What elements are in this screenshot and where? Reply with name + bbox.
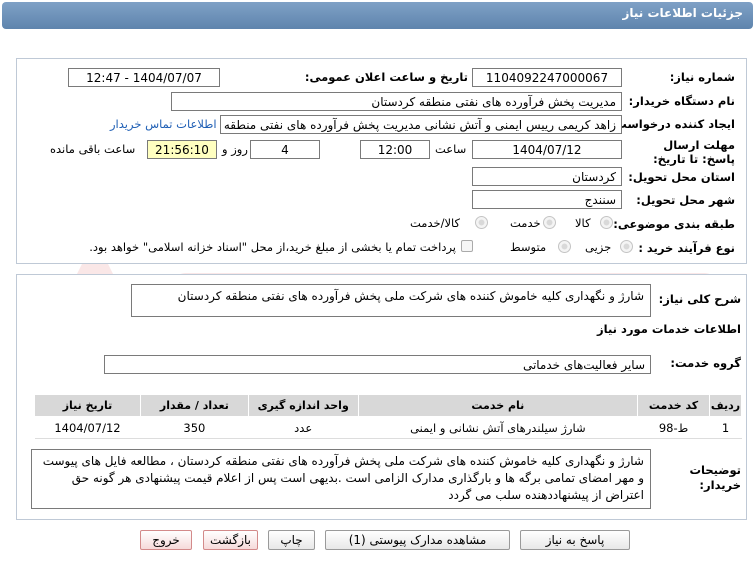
time-label: ساعت <box>435 142 467 156</box>
cell-name: شارژ سیلندرهای آتش نشانی و ایمنی <box>358 416 638 439</box>
need-summary-label: شرح کلی نیاز: <box>658 292 741 306</box>
requester-field: زاهد کریمی رییس ایمنی و آتش نشانی مدیریت… <box>220 115 622 134</box>
remaining-label: ساعت باقی مانده <box>50 142 136 156</box>
col-unit-header: واحد اندازه گیری <box>247 394 359 417</box>
col-qty-header: تعداد / مقدار <box>139 394 249 417</box>
need-number-label: شماره نیاز: <box>669 70 735 84</box>
purchase-medium-label: متوسط <box>510 240 547 254</box>
purchase-type-label: نوع فرآیند خرید : <box>638 241 735 255</box>
category-service-label: خدمت <box>510 216 541 230</box>
category-label: طبقه بندی موضوعی: <box>613 217 735 231</box>
category-service-radio[interactable] <box>543 216 556 229</box>
province-label: استان محل تحویل: <box>628 170 735 184</box>
need-number-field: 1104092247000067 <box>472 68 622 87</box>
need-summary-box: شارژ و نگهداری کلیه خاموش کننده های شرکت… <box>131 284 651 317</box>
purchase-minor-label: جزیی <box>585 240 612 254</box>
category-goods-service-radio[interactable] <box>475 216 488 229</box>
col-date-header: تاریخ نیاز <box>34 394 141 417</box>
category-goods-radio[interactable] <box>600 216 613 229</box>
buyer-org-field: مدیریت پخش فرآورده های نفتی منطقه کردستا… <box>171 92 622 111</box>
service-group-field: سایر فعالیت‌های خدماتی <box>104 355 651 374</box>
announce-datetime-field: 1404/07/07 - 12:47 <box>68 68 220 87</box>
province-field: کردستان <box>472 167 622 186</box>
table-row: 1 ط-98 شارژ سیلندرهای آتش نشانی و ایمنی … <box>34 416 742 439</box>
services-info-heading: اطلاعات خدمات مورد نیاز <box>597 322 741 336</box>
service-group-label: گروه خدمت: <box>670 356 741 370</box>
page-title: جزئیات اطلاعات نیاز <box>622 6 743 20</box>
col-code-header: کد خدمت <box>637 394 711 417</box>
cell-date: 1404/07/12 <box>34 416 141 439</box>
deadline-time-field: 12:00 <box>360 140 430 159</box>
purchase-minor-radio[interactable] <box>620 240 633 253</box>
buyer-notes-box: شارژ و نگهداری کلیه خاموش کننده های شرکت… <box>31 449 651 509</box>
purchase-medium-radio[interactable] <box>558 240 571 253</box>
buyer-contact-link[interactable]: اطلاعات تماس خریدار <box>110 117 217 131</box>
cell-qty: 350 <box>140 416 249 439</box>
services-table: ردیف کد خدمت نام خدمت واحد اندازه گیری ت… <box>34 394 742 439</box>
buyer-notes-label: توضیحات خریدار: <box>689 463 742 492</box>
city-field: سنندج <box>472 190 622 209</box>
table-header-row: ردیف کد خدمت نام خدمت واحد اندازه گیری ت… <box>34 394 742 417</box>
col-name-header: نام خدمت <box>357 394 639 417</box>
treasury-payment-checkbox[interactable] <box>461 240 473 252</box>
reply-button[interactable]: پاسخ به نیاز <box>520 530 630 550</box>
attachments-button[interactable]: مشاهده مدارک پیوستی (1) <box>325 530 510 550</box>
days-and-label: روز و <box>222 142 248 156</box>
city-label: شهر محل تحویل: <box>636 193 735 207</box>
days-field: 4 <box>250 140 320 159</box>
cell-row: 1 <box>709 416 742 439</box>
category-goods-service-label: کالا/خدمت <box>410 216 461 230</box>
cell-unit: عدد <box>248 416 359 439</box>
back-button[interactable]: بازگشت <box>203 530 258 550</box>
print-button[interactable]: چاپ <box>268 530 315 550</box>
col-row-header: ردیف <box>709 394 742 417</box>
announce-datetime-label: تاریخ و ساعت اعلان عمومی: <box>304 70 468 84</box>
remaining-time-field: 21:56:10 <box>147 140 217 159</box>
requester-label: ایجاد کننده درخواست: <box>610 117 735 131</box>
buyer-org-label: نام دستگاه خریدار: <box>628 94 735 108</box>
deadline-label: مهلت ارسال پاسخ: تا تاریخ: <box>653 138 735 166</box>
category-goods-label: کالا <box>575 216 591 230</box>
deadline-date-field: 1404/07/12 <box>472 140 622 159</box>
exit-button[interactable]: خروج <box>140 530 192 550</box>
treasury-payment-note: پرداخت تمام یا بخشی از مبلغ خرید،از محل … <box>89 240 456 254</box>
cell-code: ط-98 <box>637 416 710 439</box>
